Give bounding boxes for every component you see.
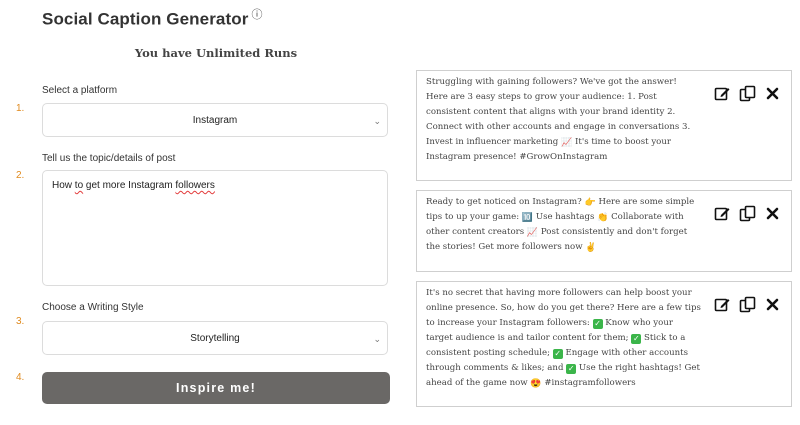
victory-hand-emoji: ✌ xyxy=(585,243,597,253)
platform-label: Select a platform xyxy=(42,85,118,96)
result-card-actions xyxy=(714,205,781,222)
result-card-1: Struggling with gaining followers? We've… xyxy=(416,70,792,181)
result-text: #instagramfollowers xyxy=(541,378,636,388)
chart-increasing-emoji: 📈 xyxy=(561,138,573,148)
step-number-1: 1. xyxy=(16,103,25,114)
copy-icon[interactable] xyxy=(739,85,756,102)
edit-icon[interactable] xyxy=(714,296,731,313)
keycap-ten-emoji: 🔟 xyxy=(521,213,534,223)
topic-text-part: get more Instagram xyxy=(83,180,176,191)
chart-increasing-emoji: 📈 xyxy=(526,228,539,238)
clapping-emoji: 👏 xyxy=(597,213,609,223)
topic-text-part: How xyxy=(52,180,75,191)
platform-select-value: Instagram xyxy=(192,115,238,126)
topic-text-misspelled: to xyxy=(74,180,84,191)
result-text: Ready to get noticed on Instagram? xyxy=(426,197,585,207)
style-select[interactable]: Storytelling ⌄ xyxy=(42,321,388,355)
topic-textarea[interactable]: How to get more Instagram followers xyxy=(42,170,388,286)
platform-select[interactable]: Instagram ⌄ xyxy=(42,103,388,137)
step-number-4: 4. xyxy=(16,372,25,383)
heart-eyes-emoji: 😍 xyxy=(530,379,542,389)
result-card-3: It's no secret that having more follower… xyxy=(416,281,792,407)
result-card-2: Ready to get noticed on Instagram? 👉 Her… xyxy=(416,190,792,272)
inspire-button[interactable]: Inspire me! xyxy=(42,372,390,404)
close-icon[interactable] xyxy=(764,85,781,102)
style-select-value: Storytelling xyxy=(190,333,240,344)
copy-icon[interactable] xyxy=(739,205,756,222)
result-text: Use hashtags xyxy=(533,212,598,222)
check-mark-icon: ✓ xyxy=(592,319,603,329)
close-icon[interactable] xyxy=(764,296,781,313)
check-mark-icon: ✓ xyxy=(631,334,642,344)
edit-icon[interactable] xyxy=(714,85,731,102)
info-icon[interactable]: ⓘ xyxy=(251,9,262,21)
runs-status: You have Unlimited Runs xyxy=(134,46,298,60)
style-label: Choose a Writing Style xyxy=(42,302,144,313)
pointing-emoji: 👉 xyxy=(584,198,596,208)
close-icon[interactable] xyxy=(764,205,781,222)
page-title-text: Social Caption Generator xyxy=(42,9,249,29)
check-mark-icon: ✓ xyxy=(552,349,563,359)
edit-icon[interactable] xyxy=(714,205,731,222)
page-title: Social Caption Generator ⓘ xyxy=(42,6,263,30)
result-card-actions xyxy=(714,85,781,102)
topic-text-misspelled: followers xyxy=(175,180,215,191)
step-number-2: 2. xyxy=(16,170,25,181)
copy-icon[interactable] xyxy=(739,296,756,313)
result-card-actions xyxy=(714,296,781,313)
check-mark-icon: ✓ xyxy=(566,364,577,374)
topic-label: Tell us the topic/details of post xyxy=(42,153,176,164)
chevron-down-icon: ⌄ xyxy=(373,116,381,126)
step-number-3: 3. xyxy=(16,316,25,327)
chevron-down-icon: ⌄ xyxy=(373,334,381,344)
